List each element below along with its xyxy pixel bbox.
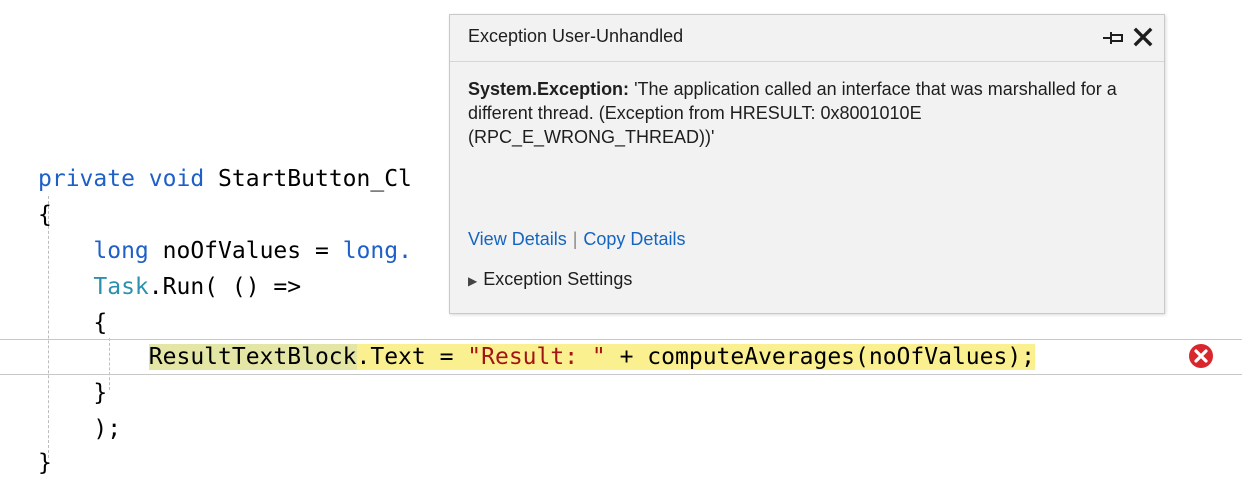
- code-line-method-signature[interactable]: private void StartButton_Cl: [38, 160, 412, 198]
- exception-settings-toggle[interactable]: ▶ Exception Settings: [468, 269, 632, 290]
- exception-settings-label: Exception Settings: [483, 269, 633, 289]
- brace: {: [38, 202, 52, 228]
- brace: }: [93, 380, 108, 406]
- highlight-call: + computeAverages(noOfValues);: [605, 344, 1036, 370]
- code-line-task-run[interactable]: Task.Run( () =>: [38, 268, 301, 306]
- close-icon[interactable]: [1132, 26, 1154, 48]
- exception-popup[interactable]: Exception User-Unhandled System.Exceptio…: [449, 14, 1165, 314]
- code-line-exception[interactable]: ResultTextBlock.Text = "Result: " + comp…: [38, 338, 1036, 376]
- highlight-property: .Text =: [356, 344, 468, 370]
- code-line-lambda-close[interactable]: }: [38, 374, 107, 412]
- statement-end: );: [93, 416, 122, 442]
- view-details-link[interactable]: View Details: [468, 229, 567, 249]
- code-line-run-close[interactable]: );: [38, 410, 121, 448]
- task-run-call: .Run( () =>: [148, 274, 302, 300]
- link-separator: |: [572, 229, 578, 249]
- highlight-object: ResultTextBlock: [148, 344, 357, 370]
- popup-links: View Details | Copy Details: [468, 229, 685, 250]
- type-long: long.: [342, 238, 412, 264]
- code-line-lambda-open[interactable]: {: [38, 304, 107, 342]
- method-name: StartButton_Cl: [218, 166, 412, 192]
- code-line-open-brace[interactable]: {: [38, 196, 52, 234]
- code-line-method-close[interactable]: }: [38, 444, 52, 482]
- highlight-string: "Result: ": [467, 344, 606, 370]
- popup-header: Exception User-Unhandled: [450, 15, 1164, 62]
- brace: }: [38, 450, 52, 476]
- keyword-void: void: [148, 166, 205, 192]
- variable-name: noOfValues: [162, 238, 302, 264]
- keyword-long: long: [93, 238, 149, 264]
- expand-triangle-icon: ▶: [468, 274, 478, 288]
- brace: {: [93, 310, 108, 336]
- code-line-declaration[interactable]: long noOfValues = long.: [38, 232, 412, 270]
- exception-message: System.Exception: 'The application calle…: [468, 77, 1148, 149]
- type-task: Task: [93, 274, 149, 300]
- keyword-private: private: [38, 166, 135, 192]
- pin-icon[interactable]: [1102, 27, 1126, 49]
- copy-details-link[interactable]: Copy Details: [583, 229, 685, 249]
- error-icon[interactable]: [1188, 343, 1214, 369]
- exception-type: System.Exception:: [468, 79, 630, 99]
- popup-title: Exception User-Unhandled: [468, 26, 684, 46]
- operator: =: [314, 238, 329, 264]
